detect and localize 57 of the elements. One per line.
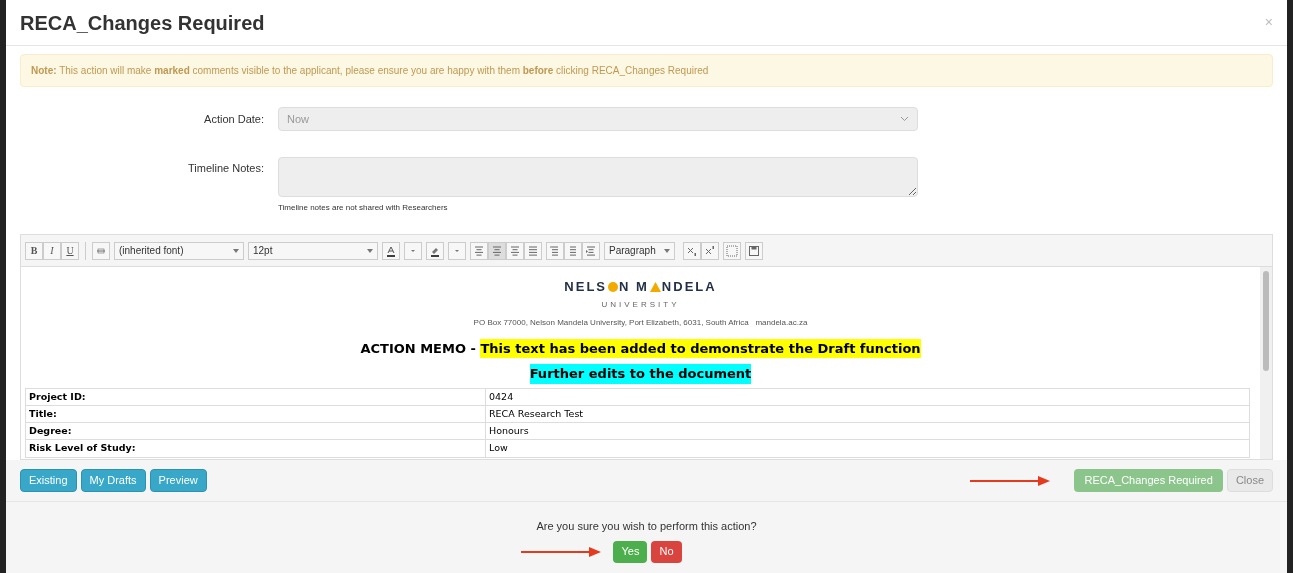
- highlighted-text: This text has been added to demonstrate the Draft function: [480, 338, 921, 358]
- field-label: Timeline Notes:: [187, 161, 265, 176]
- logo-text: NDELA: [661, 278, 717, 296]
- format-button[interactable]: U: [61, 241, 79, 260]
- confirm-question: Are you sure you wish to perform this action?: [536, 519, 757, 534]
- toolbar-button[interactable]: Preview: [149, 469, 207, 492]
- save-icon[interactable]: [744, 241, 763, 260]
- table-cell: Honours: [485, 422, 1250, 440]
- logo-text: NELS: [564, 278, 607, 296]
- logo-text: N M: [619, 278, 649, 296]
- annotation-arrow-icon: [521, 546, 602, 557]
- highlighted-text: Further edits to the document: [529, 364, 752, 384]
- superscript-icon[interactable]: [700, 241, 719, 260]
- subscript-icon[interactable]: [682, 241, 701, 260]
- format-button[interactable]: I: [43, 241, 61, 260]
- outdent-icon[interactable]: [582, 241, 600, 260]
- align-icon[interactable]: [488, 241, 506, 260]
- address-text: PO Box 77000, Nelson Mandela University, Port Elizabeth, 6031, South Africa mandela.ac.za: [473, 316, 808, 329]
- text-color-icon[interactable]: [382, 241, 400, 260]
- align-icon[interactable]: [506, 241, 524, 260]
- scrollbar[interactable]: [1260, 267, 1272, 459]
- align-icon[interactable]: [524, 241, 542, 260]
- warning-note: Note: This action will make marked comments visible to the applicant, please ensure you are happy with them before clicking RECA_Changes Required: [20, 54, 1273, 87]
- table-cell: 0424: [485, 388, 1250, 406]
- chevron-down-icon: [900, 116, 909, 122]
- table-cell: Degree:: [25, 422, 486, 440]
- memo-heading: ACTION MEMO -: [360, 339, 477, 358]
- circle-icon: [608, 281, 618, 292]
- table-cell: Project ID:: [25, 388, 486, 406]
- toolbar-button[interactable]: My Drafts: [80, 469, 146, 492]
- yes-button[interactable]: Yes: [613, 540, 648, 563]
- field-hint: Timeline notes are not shared with Researchers: [278, 202, 449, 214]
- annotation-arrow-icon: [970, 475, 1051, 486]
- no-button[interactable]: No: [651, 540, 682, 563]
- close-button[interactable]: ×: [1264, 12, 1273, 33]
- caret-icon: [663, 248, 670, 253]
- field-label: Action Date:: [203, 111, 265, 127]
- table-cell: Title:: [25, 405, 486, 423]
- highlight-icon[interactable]: [426, 241, 444, 260]
- logo-subtitle: UNIVERSITY: [601, 298, 680, 311]
- paragraph-select[interactable]: Paragraph: [604, 241, 675, 260]
- font-select[interactable]: (inherited font): [114, 241, 244, 260]
- caret-icon: [367, 248, 373, 253]
- bullet-list-icon[interactable]: [546, 241, 564, 260]
- dialog-title: RECA_Changes Required: [20, 10, 265, 36]
- numbered-list-icon[interactable]: [564, 241, 582, 260]
- align-icon[interactable]: [470, 241, 488, 260]
- toolbar-button[interactable]: Existing: [20, 469, 77, 492]
- format-button[interactable]: B: [25, 241, 43, 260]
- table-cell: Risk Level of Study:: [25, 439, 486, 457]
- close-dialog-button[interactable]: Close: [1226, 469, 1273, 492]
- triangle-icon: [649, 281, 661, 292]
- table-cell: RECA Research Test: [485, 405, 1250, 423]
- table-cell: Low: [485, 439, 1250, 457]
- strikethrough-icon[interactable]: [92, 241, 110, 260]
- caret-icon: [233, 248, 239, 253]
- size-select[interactable]: 12pt: [248, 241, 378, 260]
